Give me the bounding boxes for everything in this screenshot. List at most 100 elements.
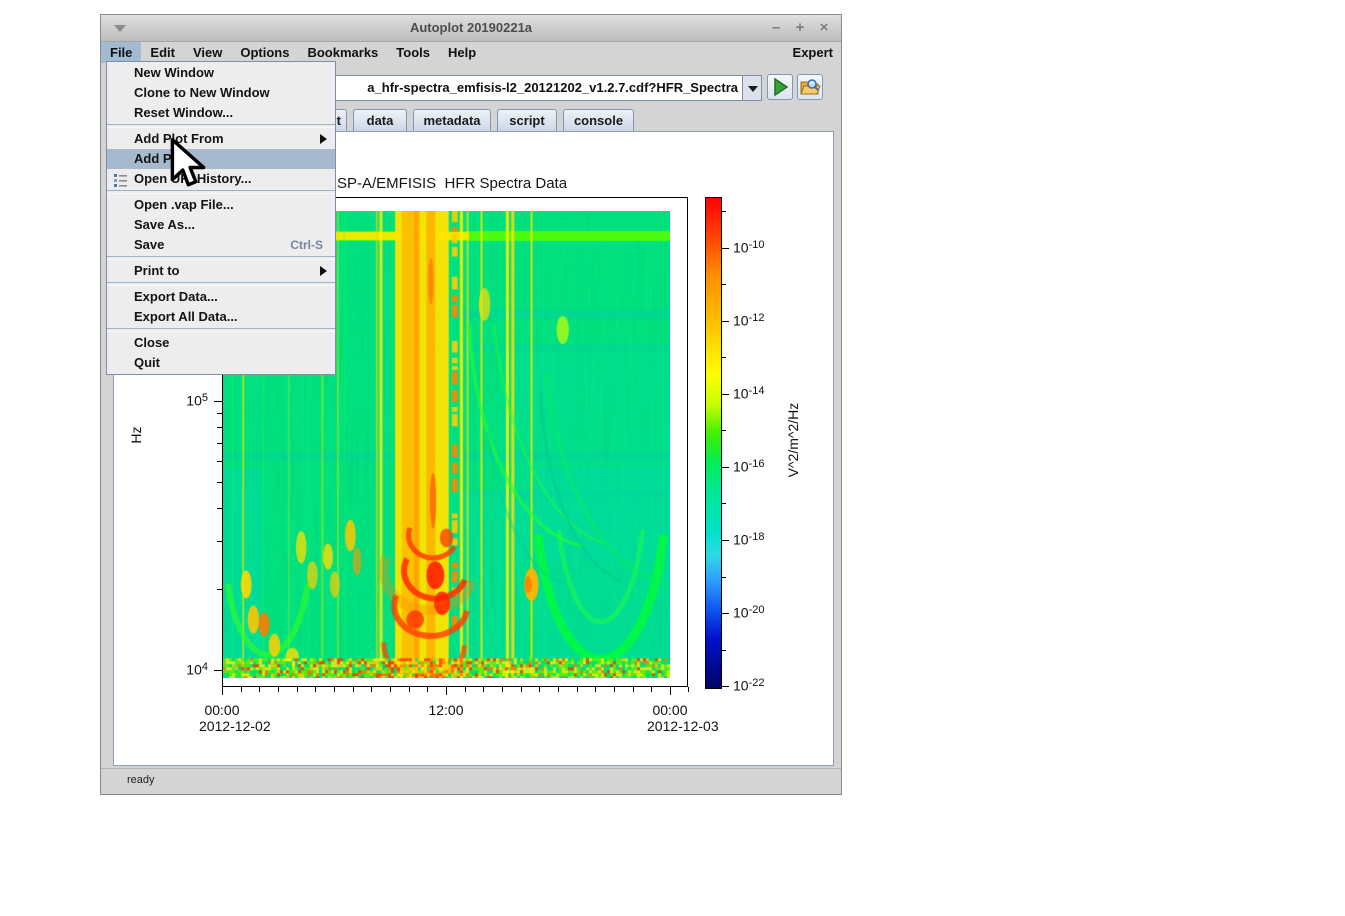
- colorbar-tick-label: 10-18: [733, 530, 764, 548]
- menu-item-close[interactable]: Close: [107, 333, 335, 353]
- menu-item-quit[interactable]: Quit: [107, 353, 335, 373]
- axis-tick: [722, 357, 726, 358]
- axis-tick: [722, 613, 729, 614]
- menu-item-new-window[interactable]: New Window: [107, 63, 335, 83]
- tab-data[interactable]: data: [353, 109, 407, 131]
- menu-options[interactable]: Options: [231, 42, 298, 63]
- axis-tick: [217, 541, 222, 542]
- accelerator-label: Ctrl-S: [290, 235, 323, 255]
- menu-item-label: Print to: [134, 263, 180, 278]
- menu-item-label: Quit: [134, 355, 160, 370]
- axis-tick: [334, 687, 335, 692]
- axis-tick: [427, 687, 428, 692]
- menu-tools[interactable]: Tools: [387, 42, 439, 63]
- menu-separator: [107, 282, 335, 286]
- tab-console[interactable]: console: [563, 109, 634, 131]
- menu-item-label: Export Data...: [134, 289, 218, 304]
- inspect-uri-button[interactable]: [797, 74, 823, 100]
- colorbar-tick-label: 10-20: [733, 603, 764, 621]
- menu-separator: [107, 124, 335, 128]
- menu-separator: [107, 190, 335, 194]
- menu-item-label: Open .vap File...: [134, 197, 234, 212]
- axis-tick: [390, 687, 391, 692]
- colorbar-tick-label: 10-16: [733, 457, 764, 475]
- status-bar: ready: [101, 768, 841, 794]
- axis-tick: [539, 687, 540, 692]
- axis-tick: [521, 687, 522, 692]
- axis-tick: [722, 467, 729, 468]
- axis-tick: [483, 687, 484, 692]
- menu-item-label: Reset Window...: [134, 105, 233, 120]
- menu-item-label: Close: [134, 335, 169, 350]
- x-tick-date-label: 2012-12-02: [199, 718, 271, 734]
- axis-tick: [217, 427, 222, 428]
- menu-item-save-as[interactable]: Save As...: [107, 215, 335, 235]
- axis-tick: [217, 508, 222, 509]
- axis-tick: [722, 650, 726, 651]
- menu-bookmarks[interactable]: Bookmarks: [298, 42, 387, 63]
- tab-metadata[interactable]: metadata: [413, 109, 491, 131]
- menu-item-add-plot-from[interactable]: Add Plot From: [107, 129, 335, 149]
- window-titlebar[interactable]: Autoplot 20190221a – + ×: [101, 15, 841, 42]
- menu-separator: [107, 328, 335, 332]
- play-icon: [768, 75, 792, 99]
- tab-script[interactable]: script: [497, 109, 557, 131]
- file-menu-popup: New Window Clone to New Window Reset Windo…: [106, 61, 336, 375]
- menu-item-label: Save As...: [134, 217, 195, 232]
- colorbar[interactable]: [705, 197, 722, 689]
- axis-tick: [670, 687, 671, 695]
- axis-tick: [214, 670, 222, 671]
- menu-item-open-vap-file[interactable]: Open .vap File...: [107, 195, 335, 215]
- x-tick-date-label: 2012-12-03: [647, 718, 719, 734]
- axis-tick: [722, 248, 729, 249]
- submenu-arrow-icon: [320, 266, 327, 276]
- axis-tick: [577, 687, 578, 692]
- menu-item-export-data[interactable]: Export Data...: [107, 287, 335, 307]
- history-list-icon: [113, 172, 128, 193]
- axis-tick: [278, 687, 279, 692]
- menu-edit[interactable]: Edit: [141, 42, 184, 63]
- axis-tick: [651, 687, 652, 692]
- axis-tick: [722, 540, 729, 541]
- axis-tick: [614, 687, 615, 692]
- plot-title: SP-A/EMFISIS HFR Spectra Data: [337, 175, 567, 192]
- axis-tick: [315, 687, 316, 692]
- menu-item-clone-to-new-window[interactable]: Clone to New Window: [107, 83, 335, 103]
- colorbar-tick-label: 10-14: [733, 384, 764, 402]
- x-tick-label: 00:00: [640, 702, 700, 718]
- axis-tick: [217, 482, 222, 483]
- axis-tick: [722, 284, 726, 285]
- menu-separator: [107, 256, 335, 260]
- axis-tick: [722, 577, 726, 578]
- menu-view[interactable]: View: [184, 42, 231, 63]
- menu-item-save[interactable]: SaveCtrl-S: [107, 235, 335, 255]
- close-button[interactable]: ×: [815, 15, 833, 41]
- axis-tick: [722, 321, 729, 322]
- menu-file[interactable]: File: [101, 42, 141, 63]
- desktop: Autoplot 20190221a – + × FileEditViewOpt…: [0, 0, 1345, 916]
- menu-item-open-uri-history[interactable]: Open URI History...: [107, 169, 335, 189]
- y-axis-label: Hz: [128, 415, 144, 455]
- menu-bar: FileEditViewOptionsBookmarksToolsHelp Ex…: [101, 42, 841, 63]
- go-button[interactable]: [767, 74, 793, 100]
- axis-tick: [297, 687, 298, 692]
- menu-item-add-plot[interactable]: Add Plot...: [107, 149, 335, 169]
- colorbar-tick-label: 10-12: [733, 311, 764, 329]
- axis-tick: [502, 687, 503, 692]
- submenu-arrow-icon: [320, 134, 327, 144]
- menu-item-label: Clone to New Window: [134, 85, 270, 100]
- axis-tick: [259, 687, 260, 692]
- menu-item-reset-window[interactable]: Reset Window...: [107, 103, 335, 123]
- maximize-button[interactable]: +: [791, 15, 809, 41]
- menu-item-export-all-data[interactable]: Export All Data...: [107, 307, 335, 327]
- axis-tick: [217, 443, 222, 444]
- axis-tick: [217, 589, 222, 590]
- expert-mode-label[interactable]: Expert: [793, 42, 833, 63]
- menu-item-print-to[interactable]: Print to: [107, 261, 335, 281]
- x-tick-label: 00:00: [192, 702, 252, 718]
- minimize-button[interactable]: –: [767, 15, 785, 41]
- axis-tick: [595, 687, 596, 692]
- menu-help[interactable]: Help: [439, 42, 485, 63]
- uri-dropdown-button[interactable]: [742, 75, 762, 101]
- axis-tick: [446, 687, 447, 695]
